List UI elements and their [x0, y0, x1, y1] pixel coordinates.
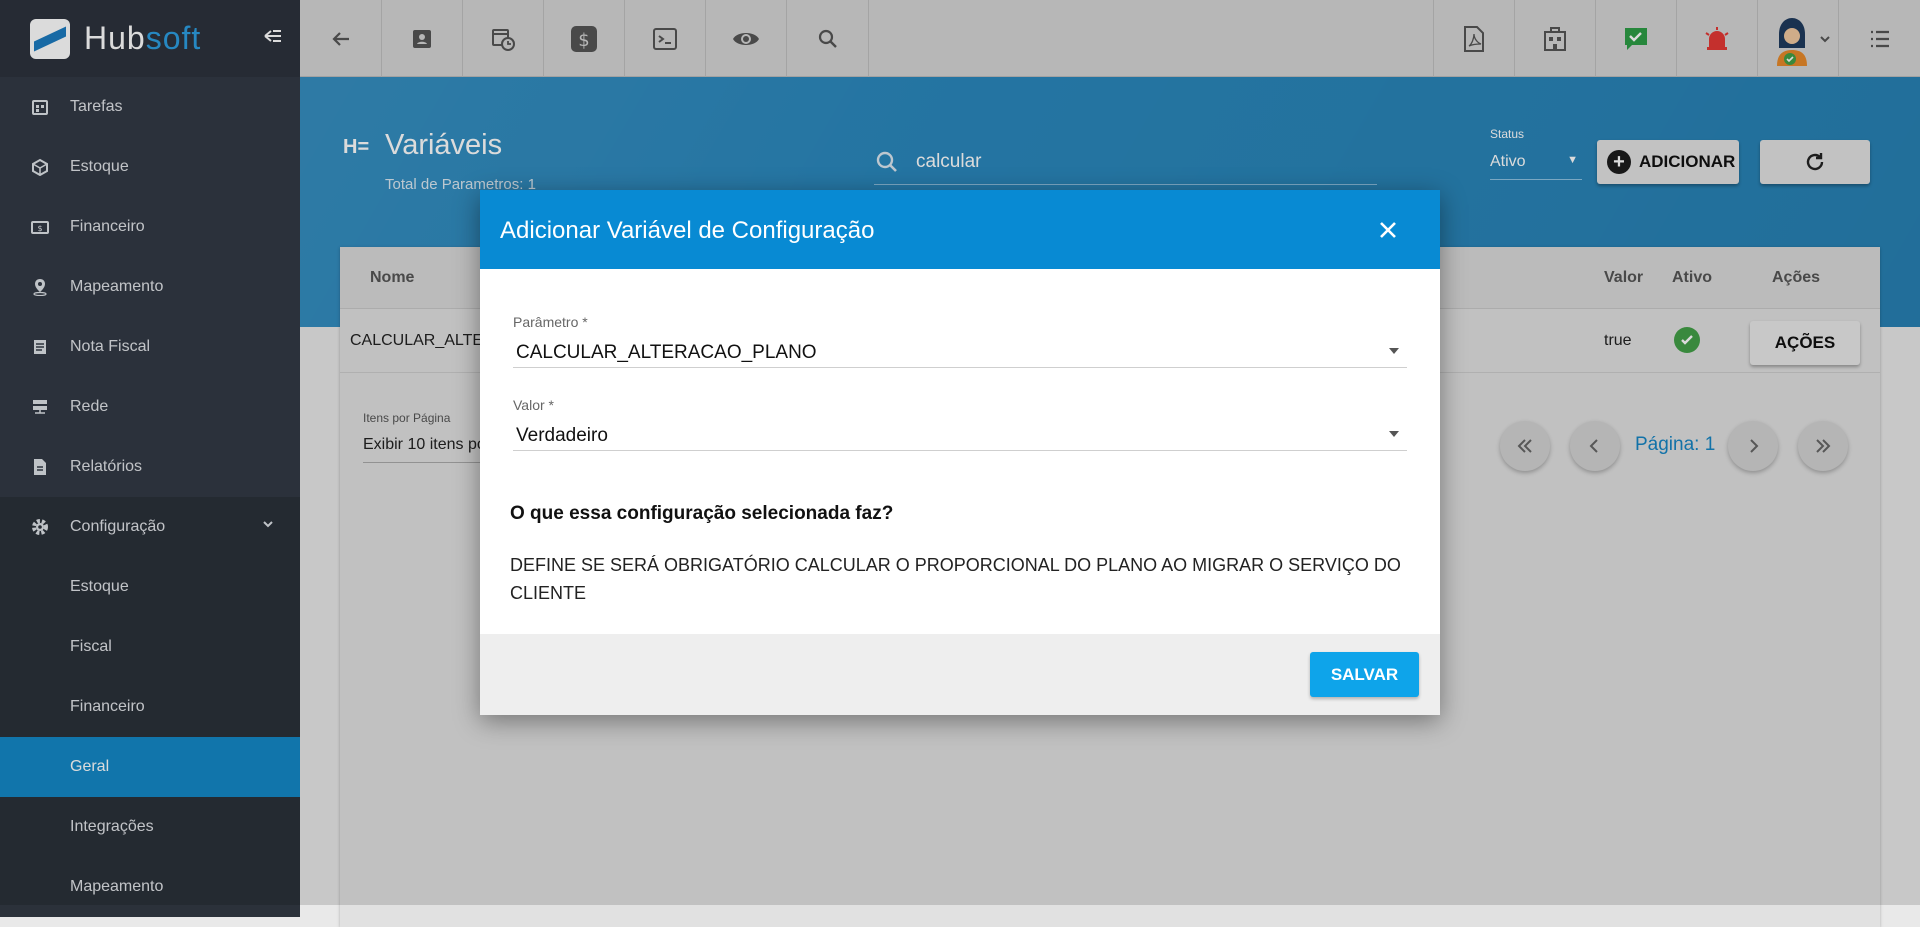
value-field: Valor * Verdadeiro	[513, 397, 1407, 451]
close-button[interactable]	[1373, 215, 1403, 245]
close-icon	[1380, 222, 1396, 238]
parameter-select[interactable]: CALCULAR_ALTERACAO_PLANO	[513, 334, 1407, 368]
dialog-footer: SALVAR	[480, 634, 1440, 715]
dialog-title: Adicionar Variável de Configuração	[500, 217, 875, 244]
parameter-field: Parâmetro * CALCULAR_ALTERACAO_PLANO	[513, 314, 1407, 368]
value-label: Valor *	[513, 397, 554, 413]
parameter-label: Parâmetro *	[513, 314, 588, 330]
value-select[interactable]: Verdadeiro	[513, 417, 1407, 451]
add-variable-dialog: Adicionar Variável de Configuração Parâm…	[480, 190, 1440, 715]
description-heading: O que essa configuração selecionada faz?	[510, 503, 894, 524]
dropdown-caret-icon	[1389, 348, 1399, 354]
save-button[interactable]: SALVAR	[1310, 652, 1419, 697]
dropdown-caret-icon	[1389, 431, 1399, 437]
description-text: DEFINE SE SERÁ OBRIGATÓRIO CALCULAR O PR…	[510, 555, 1401, 603]
dialog-header: Adicionar Variável de Configuração	[480, 190, 1440, 269]
